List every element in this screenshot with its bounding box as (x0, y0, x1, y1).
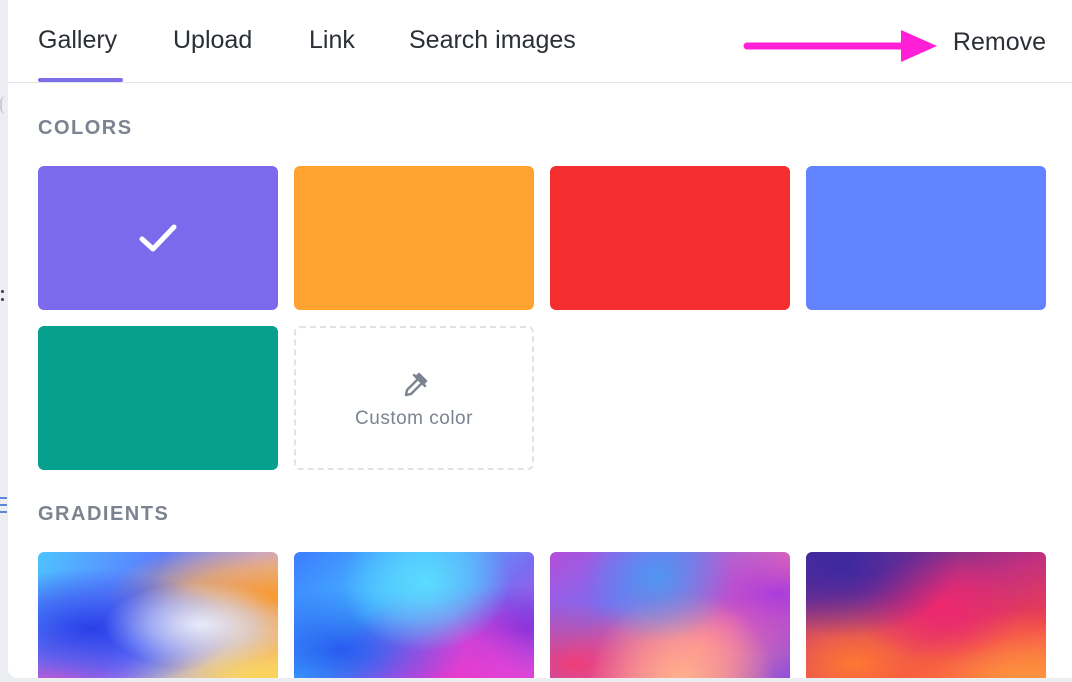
color-swatch-orange[interactable] (294, 166, 534, 310)
background-page-edge (0, 0, 8, 682)
gradient-swatch-2[interactable] (294, 552, 534, 678)
gradients-section-title: GRADIENTS (38, 503, 170, 525)
background-fragment (0, 497, 7, 499)
colors-section-title: COLORS (38, 117, 133, 139)
gradient-swatch-3[interactable] (550, 552, 790, 678)
check-icon (139, 224, 177, 252)
color-swatch-teal[interactable] (38, 326, 278, 470)
tab-bar: Gallery Upload Link Search images Remove (8, 0, 1072, 83)
gradient-swatch-4[interactable] (806, 552, 1046, 678)
custom-color-button[interactable]: Custom color (294, 326, 534, 470)
custom-color-label: Custom color (355, 408, 473, 429)
remove-button[interactable]: Remove (953, 28, 1046, 57)
gradient-swatch-1[interactable] (38, 552, 278, 678)
background-fragment (1, 290, 4, 293)
active-tab-indicator (38, 78, 123, 82)
cover-picker-panel: Gallery Upload Link Search images Remove… (8, 0, 1072, 678)
tab-gallery[interactable]: Gallery (38, 26, 117, 55)
arrow-right-icon (743, 30, 937, 62)
background-fragment (0, 96, 8, 114)
color-swatch-blue[interactable] (806, 166, 1046, 310)
color-swatch-purple[interactable] (38, 166, 278, 310)
tab-search-images[interactable]: Search images (409, 26, 576, 55)
tab-upload[interactable]: Upload (173, 26, 252, 55)
color-swatch-red[interactable] (550, 166, 790, 310)
eyedropper-icon (404, 372, 428, 397)
tab-link[interactable]: Link (309, 26, 355, 55)
